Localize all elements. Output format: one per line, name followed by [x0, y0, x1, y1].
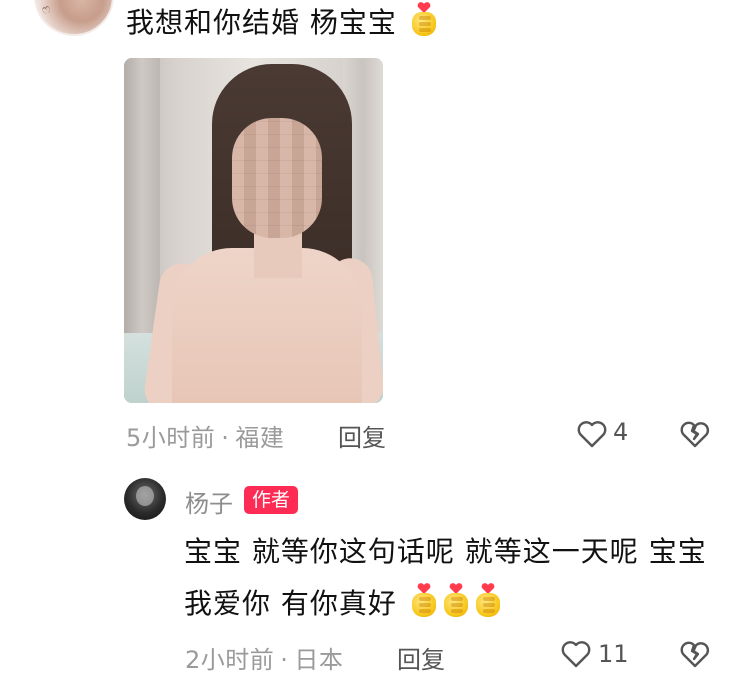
author-avatar[interactable]: [124, 478, 166, 520]
reply-button[interactable]: 回复: [397, 640, 445, 675]
comment-photo[interactable]: [124, 58, 383, 403]
finger-heart-emoji-icon: [473, 583, 503, 619]
finger-heart-emoji-icon: [441, 583, 471, 619]
comment-meta: 5小时前 · 福建: [126, 424, 285, 452]
reply-button[interactable]: 回复: [338, 418, 386, 453]
commenter-avatar[interactable]: ෆ: [34, 0, 114, 36]
author-badge: 作者: [244, 486, 299, 514]
dislike-broken-heart-icon[interactable]: [679, 638, 711, 670]
reply-time: 2小时前: [185, 646, 275, 674]
reply-meta: 2小时前 · 日本: [185, 646, 344, 674]
like-count: 11: [598, 640, 629, 668]
comment-location: 福建: [235, 424, 285, 452]
comment-time: 5小时前: [126, 424, 216, 452]
reply-location: 日本: [294, 646, 344, 674]
like-count: 4: [613, 418, 629, 446]
dislike-broken-heart-icon[interactable]: [679, 418, 711, 450]
comment-text: 我想和你结婚 杨宝宝: [126, 2, 439, 43]
like-heart-icon[interactable]: [576, 418, 608, 450]
finger-heart-emoji-icon: [409, 583, 439, 619]
like-heart-icon[interactable]: [560, 638, 592, 670]
finger-heart-emoji-icon: [409, 2, 439, 38]
reply-text: 宝宝 就等你这句话呢 就等这一天呢 宝宝 我爱你 有你真好: [184, 535, 707, 620]
reply-username[interactable]: 杨子: [185, 484, 233, 519]
